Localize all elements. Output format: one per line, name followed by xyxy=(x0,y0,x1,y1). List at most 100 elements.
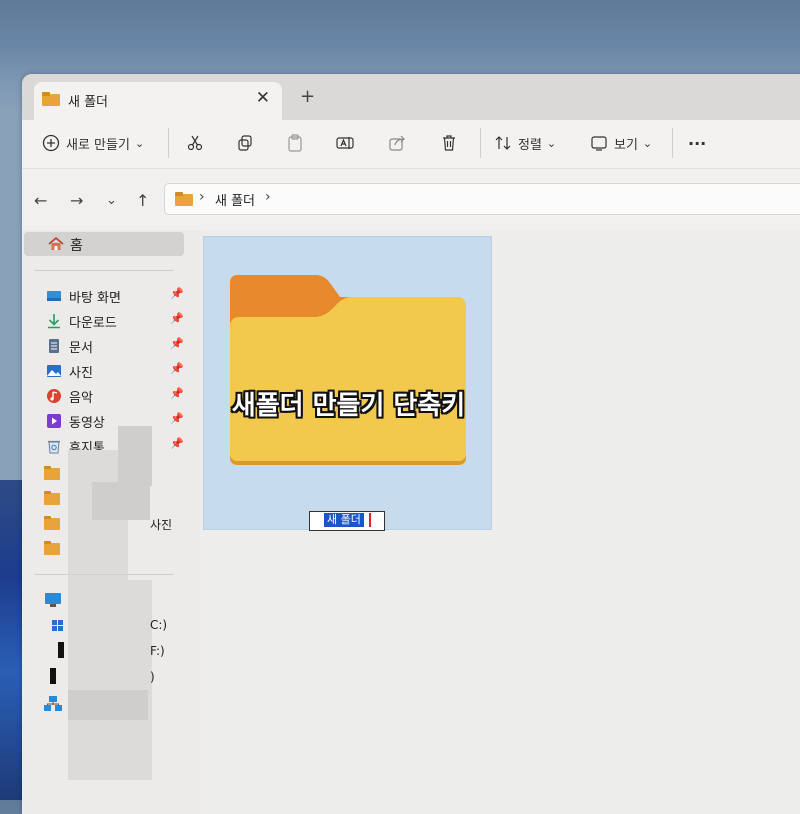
new-tab-button[interactable]: + xyxy=(300,86,315,107)
navigation-bar: ← → ⌄ ↑ › 새 폴더 › xyxy=(22,168,800,231)
command-bar: 새로 만들기 ⌄ 정렬 ⌄ 보기 ⌄ ··· xyxy=(22,120,800,168)
sidebar-item-label: 사진 xyxy=(69,366,93,381)
tab-bar: 새 폴더 ✕ + xyxy=(22,74,800,120)
scissors-icon xyxy=(187,135,203,151)
breadcrumb-new-folder[interactable]: 새 폴더 xyxy=(215,190,255,209)
this-pc-icon[interactable] xyxy=(44,592,62,608)
copy-button[interactable] xyxy=(236,130,254,156)
sidebar-item-label: 동영상 xyxy=(69,416,105,431)
recycle-bin-icon xyxy=(48,440,60,454)
blurred-region xyxy=(68,690,148,720)
view-button[interactable]: 보기 ⌄ xyxy=(590,130,652,156)
download-icon xyxy=(48,314,60,329)
breadcrumb-separator-icon[interactable]: › xyxy=(199,189,205,205)
text-caret xyxy=(369,513,371,527)
desktop-icon xyxy=(47,291,61,301)
sort-icon xyxy=(495,136,511,150)
new-button-label: 새로 만들기 xyxy=(66,137,130,153)
sidebar-item-label: 바탕 화면 xyxy=(69,291,121,306)
windows-drive-icon[interactable] xyxy=(52,620,64,632)
video-icon xyxy=(47,414,61,428)
toolbar-divider xyxy=(480,128,481,158)
back-arrow-icon[interactable]: ← xyxy=(34,191,47,210)
music-icon xyxy=(47,389,61,403)
pin-icon[interactable]: 📌 xyxy=(170,362,184,375)
share-button[interactable] xyxy=(388,130,406,156)
rename-selected-text: 새 폴더 xyxy=(324,513,364,527)
tab-new-folder[interactable]: 새 폴더 ✕ xyxy=(34,82,282,120)
large-folder-icon xyxy=(230,275,466,465)
document-icon xyxy=(49,339,59,353)
view-button-label: 보기 xyxy=(614,137,638,153)
sidebar-item-label: 문서 xyxy=(69,341,93,356)
breadcrumb-separator-icon[interactable]: › xyxy=(265,189,271,205)
sidebar-item-documents[interactable]: 문서 📌 xyxy=(46,336,186,358)
drive-label-fragment: ) xyxy=(150,670,155,684)
close-tab-icon[interactable]: ✕ xyxy=(256,88,270,108)
folder-icon[interactable] xyxy=(44,466,60,480)
trash-icon xyxy=(443,135,455,151)
navigation-pane: 홈 바탕 화면 📌 다운로드 📌 문서 📌 사진 📌 음악 📌 동영상 📌 휴지… xyxy=(22,230,200,814)
recent-locations-chevron-icon[interactable]: ⌄ xyxy=(106,193,117,208)
up-arrow-icon[interactable]: ↑ xyxy=(136,191,149,210)
pin-icon[interactable]: 📌 xyxy=(170,312,184,325)
file-explorer-window: 새 폴더 ✕ + 새로 만들기 ⌄ 정렬 ⌄ 보기 ⌄ ··· ← → ⌄ ↑ … xyxy=(22,74,800,814)
toolbar-divider xyxy=(672,128,673,158)
sidebar-item-downloads[interactable]: 다운로드 📌 xyxy=(46,311,186,333)
sidebar-item-music[interactable]: 음악 📌 xyxy=(46,386,186,408)
folder-icon[interactable] xyxy=(44,491,60,505)
drive-icon[interactable] xyxy=(58,642,64,658)
blurred-region xyxy=(68,580,152,780)
pin-icon[interactable]: 📌 xyxy=(170,387,184,400)
rename-input[interactable]: 새 폴더 xyxy=(309,511,385,531)
pictures-icon xyxy=(47,365,61,377)
sort-button-label: 정렬 xyxy=(518,137,542,153)
chevron-down-icon: ⌄ xyxy=(134,136,145,150)
paste-icon xyxy=(288,134,302,152)
paste-button[interactable] xyxy=(286,130,304,156)
new-button[interactable]: 새로 만들기 ⌄ xyxy=(42,130,144,156)
delete-button[interactable] xyxy=(440,130,458,156)
sort-button[interactable]: 정렬 ⌄ xyxy=(494,130,556,156)
pin-icon[interactable]: 📌 xyxy=(170,412,184,425)
sidebar-item-pictures[interactable]: 사진 📌 xyxy=(46,361,186,383)
sidebar-item-videos[interactable]: 동영상 📌 xyxy=(46,411,186,433)
home-icon xyxy=(48,237,64,250)
forward-arrow-icon[interactable]: → xyxy=(70,191,83,210)
cut-button[interactable] xyxy=(186,130,204,156)
network-icon[interactable] xyxy=(44,696,62,712)
folder-icon xyxy=(175,192,193,206)
drive-label-fragment: F:) xyxy=(150,644,165,658)
more-options-button[interactable]: ··· xyxy=(688,130,706,156)
folder-icon[interactable] xyxy=(44,541,60,555)
sidebar-item-label-fragment: 사진 xyxy=(150,518,173,532)
folder-icon xyxy=(42,92,60,106)
blurred-region xyxy=(92,482,150,520)
sidebar-item-label: 다운로드 xyxy=(69,316,117,331)
tab-title: 새 폴더 xyxy=(68,95,109,110)
chevron-down-icon: ⌄ xyxy=(546,136,557,150)
sidebar-item-home[interactable]: 홈 xyxy=(24,232,184,256)
drive-label-fragment: C:) xyxy=(150,618,168,632)
sidebar-item-desktop[interactable]: 바탕 화면 📌 xyxy=(46,286,186,308)
share-icon xyxy=(389,135,405,151)
pin-icon[interactable]: 📌 xyxy=(170,437,184,450)
pin-icon[interactable]: 📌 xyxy=(170,337,184,350)
view-icon xyxy=(591,136,607,151)
sidebar-home-label: 홈 xyxy=(70,238,83,254)
folder-icon[interactable] xyxy=(44,516,60,530)
rename-button[interactable] xyxy=(336,130,354,156)
sidebar-item-label: 음악 xyxy=(69,391,93,406)
copy-icon xyxy=(238,135,252,151)
address-bar[interactable]: › 새 폴더 › xyxy=(164,183,800,215)
toolbar-divider xyxy=(168,128,169,158)
chevron-down-icon: ⌄ xyxy=(642,136,653,150)
sidebar-divider xyxy=(34,574,174,575)
drive-icon[interactable] xyxy=(50,668,56,684)
folder-item-new-folder[interactable]: 새폴더 만들기 단축키 새 폴더 xyxy=(203,236,492,531)
plus-circle-icon xyxy=(42,134,60,152)
sidebar-divider xyxy=(34,270,174,271)
file-list-area: 새폴더 만들기 단축키 새 폴더 xyxy=(200,230,800,814)
pin-icon[interactable]: 📌 xyxy=(170,287,184,300)
rename-icon xyxy=(336,137,354,149)
